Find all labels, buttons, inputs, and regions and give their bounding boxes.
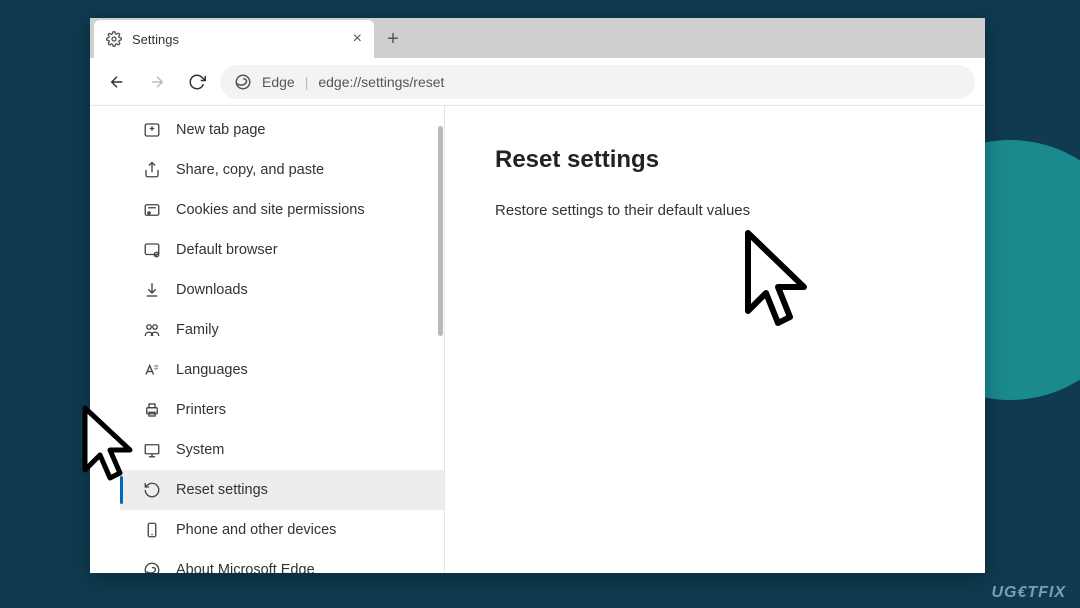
new-tab-button[interactable]: +: [374, 20, 412, 58]
sidebar-item-printers[interactable]: Printers: [120, 390, 444, 430]
sidebar-scrollbar[interactable]: [438, 126, 443, 336]
svg-text:字: 字: [154, 363, 159, 371]
reset-option[interactable]: Restore settings to their default values: [495, 202, 935, 219]
share-icon: [142, 160, 162, 180]
settings-sidebar: New tab page Share, copy, and paste Cook…: [90, 106, 445, 573]
printer-icon: [142, 400, 162, 420]
newtab-icon: [142, 120, 162, 140]
content-area: New tab page Share, copy, and paste Cook…: [90, 106, 985, 573]
refresh-button[interactable]: [180, 65, 214, 99]
sidebar-item-label: Printers: [176, 402, 226, 418]
sidebar-item-label: Phone and other devices: [176, 522, 336, 538]
default-browser-icon: [142, 240, 162, 260]
sidebar-item-label: Share, copy, and paste: [176, 162, 324, 178]
sidebar-item-about[interactable]: About Microsoft Edge: [120, 550, 444, 573]
sidebar-item-label: Cookies and site permissions: [176, 202, 365, 218]
address-divider: |: [305, 74, 309, 90]
reset-icon: [142, 480, 162, 500]
browser-window: Settings × + Edge | edge://settings/rese…: [90, 18, 985, 573]
sidebar-item-languages[interactable]: 字 Languages: [120, 350, 444, 390]
address-prefix: Edge: [262, 74, 295, 90]
download-icon: [142, 280, 162, 300]
cookies-icon: [142, 200, 162, 220]
main-panel: Reset settings Restore settings to their…: [445, 106, 985, 573]
gear-icon: [106, 31, 122, 47]
sidebar-item-phone[interactable]: Phone and other devices: [120, 510, 444, 550]
sidebar-item-label: Family: [176, 322, 219, 338]
forward-button[interactable]: [140, 65, 174, 99]
edge-logo-icon: [142, 560, 162, 573]
sidebar-item-label: New tab page: [176, 122, 265, 138]
sidebar-item-label: Downloads: [176, 282, 248, 298]
sidebar-item-default-browser[interactable]: Default browser: [120, 230, 444, 270]
page-heading: Reset settings: [495, 146, 935, 174]
family-icon: [142, 320, 162, 340]
sidebar-item-label: About Microsoft Edge: [176, 562, 315, 573]
edge-icon: [234, 73, 252, 91]
system-icon: [142, 440, 162, 460]
address-url: edge://settings/reset: [318, 74, 444, 90]
back-button[interactable]: [100, 65, 134, 99]
phone-icon: [142, 520, 162, 540]
sidebar-item-downloads[interactable]: Downloads: [120, 270, 444, 310]
sidebar-item-cookies[interactable]: Cookies and site permissions: [120, 190, 444, 230]
sidebar-item-label: System: [176, 442, 224, 458]
sidebar-item-label: Default browser: [176, 242, 278, 258]
tab-title: Settings: [132, 32, 179, 47]
sidebar-item-family[interactable]: Family: [120, 310, 444, 350]
tab-strip: Settings × +: [90, 18, 985, 58]
sidebar-item-system[interactable]: System: [120, 430, 444, 470]
sidebar-item-label: Reset settings: [176, 482, 268, 498]
toolbar: Edge | edge://settings/reset: [90, 58, 985, 106]
sidebar-item-new-tab-page[interactable]: New tab page: [120, 110, 444, 150]
sidebar-item-share[interactable]: Share, copy, and paste: [120, 150, 444, 190]
address-bar[interactable]: Edge | edge://settings/reset: [220, 65, 975, 99]
watermark: UG€TFIX: [991, 584, 1066, 602]
language-icon: 字: [142, 360, 162, 380]
sidebar-item-reset-settings[interactable]: Reset settings: [120, 470, 444, 510]
close-icon[interactable]: ×: [353, 30, 362, 48]
tab-settings[interactable]: Settings ×: [94, 20, 374, 58]
sidebar-item-label: Languages: [176, 362, 248, 378]
